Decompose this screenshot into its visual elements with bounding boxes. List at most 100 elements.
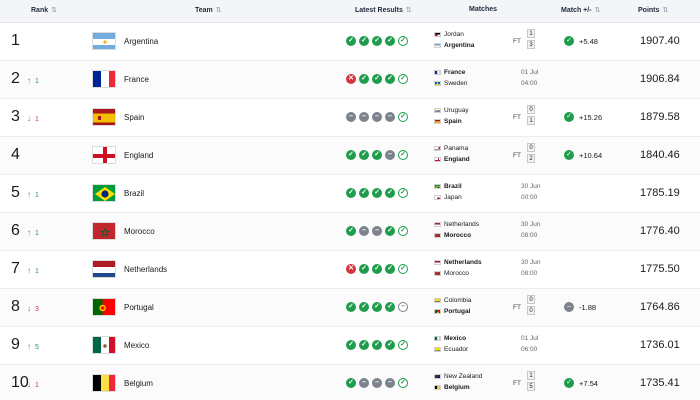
draw-result-icon[interactable]: – [385, 150, 395, 160]
latest-results-header[interactable]: Latest Results ⇅ [355, 6, 412, 15]
match-delta-header[interactable]: Match +/- ⇅ [561, 6, 601, 15]
win-result-icon[interactable]: ✓ [359, 36, 369, 46]
win-result-icon[interactable]: ✓ [346, 150, 356, 160]
win-result-icon[interactable]: ✓ [398, 340, 408, 350]
win-result-icon[interactable]: ✓ [372, 150, 382, 160]
mexico-flag-icon [92, 336, 116, 354]
win-result-icon[interactable]: ✓ [346, 378, 356, 388]
ranking-row[interactable]: 8 ↓ 3 Portugal ✓ ✓ ✓ ✓ – Colombia Portugal FT 0 0– -1.… [0, 289, 700, 327]
win-result-icon[interactable]: ✓ [398, 74, 408, 84]
ranking-row[interactable]: 4 England ✓ ✓ ✓ – ✓ Panama England FT 0 2 ✓ +10.64 184… [0, 137, 700, 175]
win-result-icon[interactable]: ✓ [385, 340, 395, 350]
sort-icon[interactable]: ⇅ [662, 6, 668, 14]
win-result-icon[interactable]: ✓ [398, 188, 408, 198]
win-result-icon[interactable]: ✓ [398, 264, 408, 274]
win-result-icon[interactable]: ✓ [346, 188, 356, 198]
team-name[interactable]: England [124, 151, 153, 160]
match-cell[interactable]: Uruguay Spain FT 0 1 [434, 104, 544, 132]
ranking-row[interactable]: 7 ↑ 1 Netherlands ✕ ✓ ✓ ✓ ✓ Netherlands Morocco 30 … [0, 251, 700, 289]
team-name[interactable]: Brazil [124, 189, 144, 198]
win-result-icon[interactable]: ✓ [359, 74, 369, 84]
match-cell[interactable]: France Sweden 01 Jul 04:00 [434, 66, 544, 94]
draw-result-icon[interactable]: – [385, 112, 395, 122]
match-cell[interactable]: Panama England FT 0 2 [434, 142, 544, 170]
match-cell[interactable]: Brazil Japan 30 Jun 00:00 [434, 180, 544, 208]
sort-icon[interactable]: ⇅ [406, 6, 412, 14]
match-cell[interactable]: Colombia Portugal FT 0 0 [434, 294, 544, 322]
win-result-icon[interactable]: ✓ [385, 264, 395, 274]
team-name[interactable]: Portugal [124, 303, 154, 312]
win-result-icon[interactable]: ✓ [398, 150, 408, 160]
win-result-icon[interactable]: ✓ [398, 226, 408, 236]
rank-header[interactable]: Rank ⇅ [31, 6, 57, 15]
draw-result-icon[interactable]: – [398, 302, 408, 312]
match-cell[interactable]: Mexico Ecuador 01 Jul 06:00 [434, 332, 544, 360]
win-result-icon[interactable]: ✓ [346, 340, 356, 350]
ranking-row[interactable]: 5 ↑ 1 Brazil ✓ ✓ ✓ ✓ ✓ Brazil Japan 30 Jun 00:00 1785… [0, 175, 700, 213]
win-result-icon[interactable]: ✓ [372, 74, 382, 84]
score-away: 2 [527, 154, 535, 163]
match-cell[interactable]: Netherlands Morocco 30 Jun 08:00 [434, 218, 544, 246]
win-result-icon[interactable]: ✓ [359, 302, 369, 312]
points-header[interactable]: Points ⇅ [638, 6, 668, 15]
sort-icon[interactable]: ⇅ [216, 6, 222, 14]
loss-result-icon[interactable]: ✕ [346, 264, 356, 274]
latest-results: ✓ ✓ ✓ ✓ ✓ [346, 188, 408, 198]
match-team: Colombia [434, 297, 471, 304]
win-result-icon[interactable]: ✓ [372, 264, 382, 274]
win-result-icon[interactable]: ✓ [346, 302, 356, 312]
win-result-icon[interactable]: ✓ [398, 378, 408, 388]
team-header[interactable]: Team ⇅ [195, 6, 222, 15]
win-result-icon[interactable]: ✓ [372, 36, 382, 46]
win-result-icon[interactable]: ✓ [385, 302, 395, 312]
ranking-row[interactable]: 3 ↓ 1 Spain – – – – ✓ Uruguay Spain FT 0 1 ✓ +15.26 1879… [0, 99, 700, 137]
ranking-row[interactable]: 9 ↑ 5 Mexico ✓ ✓ ✓ ✓ ✓ Mexico Ecuador 01 Jul 06:00 17… [0, 327, 700, 365]
ranking-row[interactable]: 2 ↑ 1 France ✕ ✓ ✓ ✓ ✓ France Sweden 01 Jul 04:00 190… [0, 61, 700, 99]
team-name[interactable]: Argentina [124, 37, 158, 46]
win-result-icon[interactable]: ✓ [359, 188, 369, 198]
win-result-icon[interactable]: ✓ [398, 112, 408, 122]
win-result-icon[interactable]: ✓ [385, 188, 395, 198]
win-result-icon[interactable]: ✓ [398, 36, 408, 46]
sort-icon[interactable]: ⇅ [51, 6, 57, 14]
match-delta-value: +10.64 [579, 150, 603, 160]
loss-result-icon[interactable]: ✕ [346, 74, 356, 84]
match-cell[interactable]: Netherlands Morocco 30 Jun 08:00 [434, 256, 544, 284]
spain-flag-icon [92, 108, 116, 126]
draw-result-icon[interactable]: – [359, 378, 369, 388]
ranking-row[interactable]: 6 ↑ 1 Morocco ✓ – – ✓ ✓ Netherlands Morocco 30 Jun 0… [0, 213, 700, 251]
match-cell[interactable]: New Zealand Belgium FT 1 5 [434, 370, 544, 398]
team-name[interactable]: Spain [124, 113, 144, 122]
draw-result-icon[interactable]: – [372, 226, 382, 236]
win-result-icon[interactable]: ✓ [346, 36, 356, 46]
draw-result-icon[interactable]: – [346, 112, 356, 122]
win-result-icon[interactable]: ✓ [346, 226, 356, 236]
draw-result-icon[interactable]: – [359, 112, 369, 122]
team-name[interactable]: Morocco [124, 227, 155, 236]
draw-result-icon[interactable]: – [385, 378, 395, 388]
win-result-icon[interactable]: ✓ [359, 150, 369, 160]
match-cell[interactable]: Jordan Argentina FT 1 3 [434, 28, 544, 56]
match-team: Portugal [434, 308, 470, 315]
match-delta: ✓ +5.48 [564, 36, 598, 46]
team-name[interactable]: Mexico [124, 341, 149, 350]
win-result-icon[interactable]: ✓ [372, 340, 382, 350]
draw-result-icon[interactable]: – [372, 378, 382, 388]
team-name[interactable]: France [124, 75, 149, 84]
sort-icon[interactable]: ⇅ [595, 6, 601, 14]
arrow-up-icon: ↑ [27, 342, 31, 351]
win-result-icon[interactable]: ✓ [359, 340, 369, 350]
team-name[interactable]: Netherlands [124, 265, 167, 274]
win-result-icon[interactable]: ✓ [385, 36, 395, 46]
ranking-row[interactable]: 10 ↓ 1 Belgium ✓ – – – ✓ New Zealand Belgium FT 1 5 ✓ +… [0, 365, 700, 400]
draw-result-icon[interactable]: – [359, 226, 369, 236]
win-result-icon[interactable]: ✓ [385, 74, 395, 84]
ranking-row[interactable]: 1 Argentina ✓ ✓ ✓ ✓ ✓ Jordan Argentina FT 1 3 ✓ +5.48… [0, 23, 700, 61]
win-result-icon[interactable]: ✓ [372, 302, 382, 312]
team-name[interactable]: Belgium [124, 379, 153, 388]
draw-result-icon[interactable]: – [372, 112, 382, 122]
win-result-icon[interactable]: ✓ [359, 264, 369, 274]
win-result-icon[interactable]: ✓ [372, 188, 382, 198]
match-team-name: Mexico [444, 335, 467, 342]
win-result-icon[interactable]: ✓ [385, 226, 395, 236]
